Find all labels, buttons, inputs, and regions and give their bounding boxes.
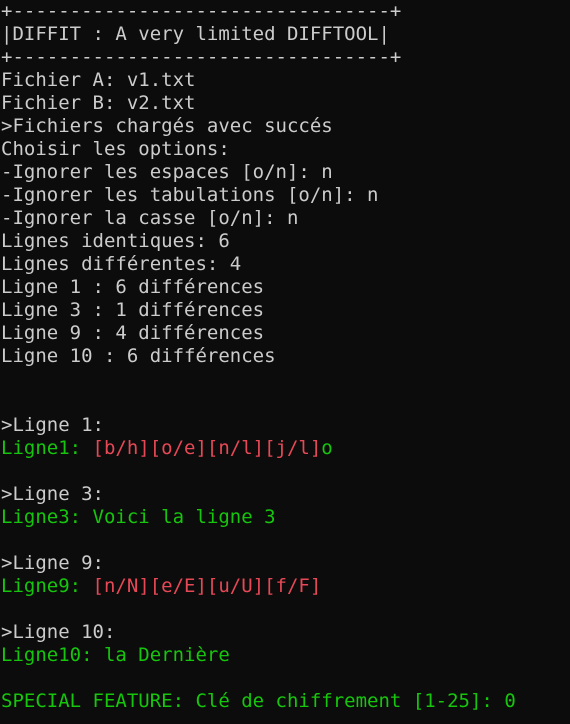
detail-diff: [n/N][e/E][u/U][f/F] xyxy=(92,575,322,597)
files-loaded-message: >Fichiers chargés avec succés xyxy=(1,115,333,137)
detail-prefix: Ligne9: xyxy=(1,575,93,597)
detail-header: >Ligne 9: xyxy=(1,552,104,574)
detail-prefix: Ligne1: xyxy=(1,437,93,459)
detail-header: >Ligne 10: xyxy=(1,621,116,643)
detail-line: Ligne9: [n/N][e/E][u/U][f/F] xyxy=(1,575,570,598)
terminal-window[interactable]: +---------------------------------+ |DIF… xyxy=(0,0,570,724)
options-heading: Choisir les options: xyxy=(1,138,230,160)
special-feature-prompt[interactable]: SPECIAL FEATURE: Clé de chiffrement [1-2… xyxy=(1,690,570,713)
detail-prefix: Ligne10: xyxy=(1,644,104,666)
detail-diff: [b/h][o/e][n/l][j/l] xyxy=(92,437,322,459)
summary-line: Ligne 1 : 6 différences xyxy=(1,276,265,298)
banner-bottom-border: +---------------------------------+ xyxy=(1,46,402,68)
option-ignore-case: -Ignorer la casse [o/n]: n xyxy=(1,207,299,229)
identical-lines-count: Lignes identiques: 6 xyxy=(1,230,230,252)
detail-tail: o xyxy=(321,437,333,459)
summary-line: Ligne 3 : 1 différences xyxy=(1,299,265,321)
option-ignore-tabs: -Ignorer les tabulations [o/n]: n xyxy=(1,184,379,206)
detail-tail: la Dernière xyxy=(103,644,230,666)
option-ignore-spaces: -Ignorer les espaces [o/n]: n xyxy=(1,161,333,183)
detail-header: >Ligne 1: xyxy=(1,414,104,436)
summary-line: Ligne 10 : 6 différences xyxy=(1,345,276,367)
detail-line: Ligne10: la Dernière xyxy=(1,644,570,667)
file-b-line: Fichier B: v2.txt xyxy=(1,92,196,114)
detail-header: >Ligne 3: xyxy=(1,483,104,505)
detail-prefix: Ligne3: xyxy=(1,506,93,528)
detail-tail: Voici la ligne 3 xyxy=(92,506,276,528)
summary-line: Ligne 9 : 4 différences xyxy=(1,322,265,344)
different-lines-count: Lignes différentes: 4 xyxy=(1,253,242,275)
banner-top-border: +---------------------------------+ xyxy=(1,0,402,22)
detail-line: Ligne3: Voici la ligne 3 xyxy=(1,506,570,529)
file-a-line: Fichier A: v1.txt xyxy=(1,69,196,91)
detail-line: Ligne1: [b/h][o/e][n/l][j/l]o xyxy=(1,437,570,460)
banner-title: |DIFFIT : A very limited DIFFTOOL| xyxy=(1,23,390,45)
